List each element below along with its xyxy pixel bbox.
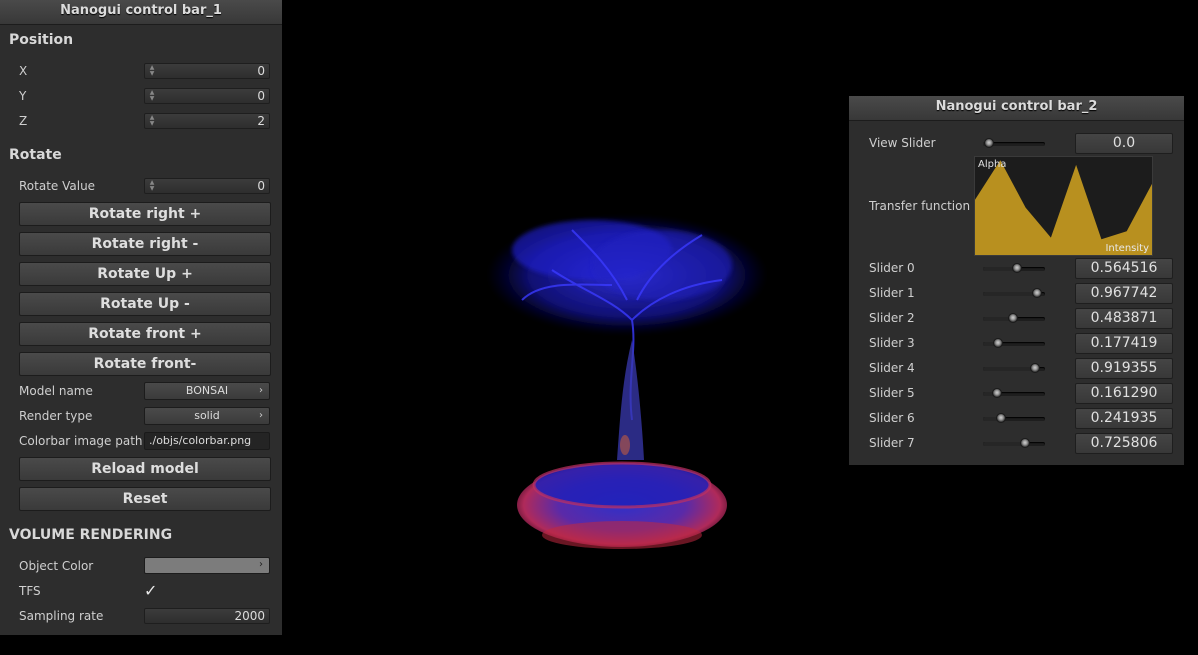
colorbar-path-input[interactable]: ./objs/colorbar.png	[144, 432, 270, 450]
rotate-front-minus-button[interactable]: Rotate front-	[19, 352, 271, 376]
tfs-label: TFS	[19, 584, 41, 598]
render-viewport[interactable]	[282, 0, 849, 651]
slider-3-value[interactable]: 0.177419	[1075, 333, 1173, 354]
position-z-input[interactable]: ▲ ▼ 2	[144, 113, 270, 129]
slider-4[interactable]	[983, 363, 1045, 373]
slider-1-value[interactable]: 0.967742	[1075, 283, 1173, 304]
render-type-value: solid	[194, 409, 220, 422]
slider-2-label: Slider 2	[869, 311, 915, 325]
view-slider-label: View Slider	[869, 136, 936, 150]
slider-1-label: Slider 1	[869, 286, 915, 300]
tfs-checkbox[interactable]: ✓	[144, 582, 162, 600]
rotate-up-plus-button[interactable]: Rotate Up +	[19, 262, 271, 286]
render-type-label: Render type	[19, 409, 93, 423]
slider-knob[interactable]	[1012, 263, 1023, 273]
slider-fill	[983, 292, 1038, 296]
transfer-function-plot	[975, 160, 1152, 255]
slider-3[interactable]	[983, 338, 1045, 348]
slider-0-label: Slider 0	[869, 261, 915, 275]
slider-fill	[983, 367, 1035, 371]
position-x-label: X	[19, 64, 28, 78]
sampling-rate-input[interactable]: 2000	[144, 608, 270, 624]
intensity-axis-label: Intensity	[1105, 243, 1149, 254]
rotate-up-minus-button[interactable]: Rotate Up -	[19, 292, 271, 316]
chevron-right-icon: ›	[259, 559, 263, 570]
transfer-function-area	[975, 160, 1152, 255]
rotate-value-input[interactable]: ▲ ▼ 0	[144, 178, 270, 194]
view-slider[interactable]	[983, 138, 1045, 148]
render-type-combo[interactable]: solid ›	[144, 407, 270, 425]
slider-knob[interactable]	[1008, 313, 1019, 323]
slider-0-value[interactable]: 0.564516	[1075, 258, 1173, 279]
spinner-icon[interactable]: ▲ ▼	[148, 65, 156, 77]
transfer-function-graph[interactable]: Alpha Intensity	[974, 156, 1153, 256]
model-name-combo[interactable]: BONSAI ›	[144, 382, 270, 400]
bonsai-volume-render	[487, 215, 767, 549]
model-name-value: BONSAI	[185, 384, 229, 397]
slider-6-label: Slider 6	[869, 411, 915, 425]
transfer-function-label: Transfer function	[869, 199, 971, 213]
position-x-input[interactable]: ▲ ▼ 0	[144, 63, 270, 79]
slider-5[interactable]	[983, 388, 1045, 398]
position-heading: Position	[9, 32, 74, 48]
slider-2[interactable]	[983, 313, 1045, 323]
rotate-right-plus-button[interactable]: Rotate right +	[19, 202, 271, 226]
alpha-axis-label: Alpha	[978, 159, 1007, 170]
control-bar-1: Nanogui control bar_1 Position X ▲ ▼ 0 Y …	[0, 0, 282, 635]
slider-knob[interactable]	[1029, 363, 1040, 373]
chevron-right-icon: ›	[259, 410, 263, 421]
colorbar-path-label: Colorbar image path	[19, 434, 143, 448]
panel1-title[interactable]: Nanogui control bar_1	[0, 0, 282, 25]
slider-7-label: Slider 7	[869, 436, 915, 450]
slider-knob[interactable]	[984, 138, 994, 148]
slider-6-value[interactable]: 0.241935	[1075, 408, 1173, 429]
slider-4-label: Slider 4	[869, 361, 915, 375]
object-color-label: Object Color	[19, 559, 94, 573]
slider-5-label: Slider 5	[869, 386, 915, 400]
spinner-icon[interactable]: ▲ ▼	[148, 180, 156, 192]
chevron-right-icon: ›	[259, 385, 263, 396]
slider-knob[interactable]	[992, 388, 1003, 398]
panel2-title[interactable]: Nanogui control bar_2	[849, 96, 1184, 121]
position-y-label: Y	[19, 89, 27, 103]
spinner-icon[interactable]: ▲ ▼	[148, 90, 156, 102]
control-bar-2: Nanogui control bar_2 View Slider 0.0 Tr…	[849, 96, 1184, 465]
sampling-rate-label: Sampling rate	[19, 609, 104, 623]
slider-knob[interactable]	[1032, 288, 1043, 298]
volume-rendering-heading: VOLUME RENDERING	[9, 527, 173, 543]
slider-2-value[interactable]: 0.483871	[1075, 308, 1173, 329]
slider-6[interactable]	[983, 413, 1045, 423]
position-z-label: Z	[19, 114, 28, 128]
spinner-icon[interactable]: ▲ ▼	[148, 115, 156, 127]
slider-7-value[interactable]: 0.725806	[1075, 433, 1173, 454]
slider-3-label: Slider 3	[869, 336, 915, 350]
model-name-label: Model name	[19, 384, 93, 398]
slider-fill	[983, 442, 1026, 446]
slider-knob[interactable]	[996, 413, 1007, 423]
position-y-input[interactable]: ▲ ▼ 0	[144, 88, 270, 104]
view-slider-value[interactable]: 0.0	[1075, 133, 1173, 154]
slider-4-value[interactable]: 0.919355	[1075, 358, 1173, 379]
rotate-heading: Rotate	[9, 147, 62, 163]
rotate-front-plus-button[interactable]: Rotate front +	[19, 322, 271, 346]
slider-0[interactable]	[983, 263, 1045, 273]
slider-1[interactable]	[983, 288, 1045, 298]
reset-button[interactable]: Reset	[19, 487, 271, 511]
slider-5-value[interactable]: 0.161290	[1075, 383, 1173, 404]
object-color-picker[interactable]: ›	[144, 557, 270, 574]
slider-7[interactable]	[983, 438, 1045, 448]
reload-model-button[interactable]: Reload model	[19, 457, 271, 481]
rotate-value-label: Rotate Value	[19, 179, 96, 193]
slider-knob[interactable]	[1020, 438, 1031, 448]
rotate-right-minus-button[interactable]: Rotate right -	[19, 232, 271, 256]
slider-knob[interactable]	[992, 338, 1003, 348]
